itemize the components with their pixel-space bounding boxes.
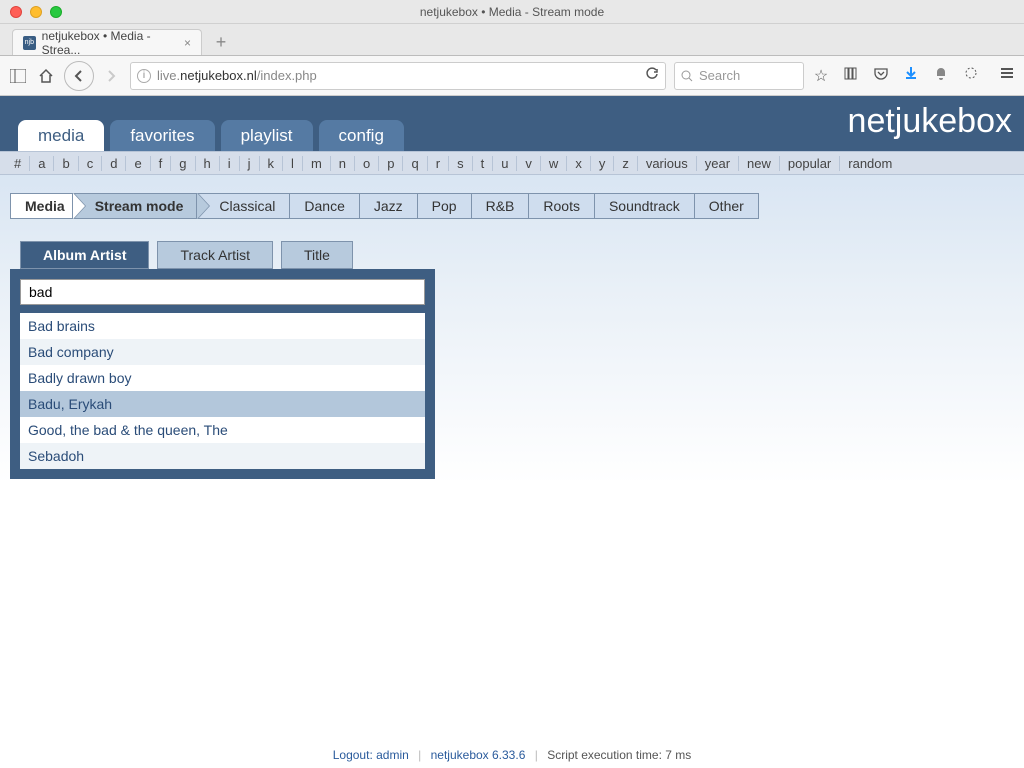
alpha-b[interactable]: b xyxy=(54,156,78,171)
back-button[interactable] xyxy=(64,61,94,91)
alpha-i[interactable]: i xyxy=(220,156,240,171)
page-footer: Logout: admin | netjukebox 6.33.6 | Scri… xyxy=(0,742,1024,768)
result-row[interactable]: Badu, Erykah xyxy=(20,391,425,417)
result-row[interactable]: Bad company xyxy=(20,339,425,365)
genre-jazz[interactable]: Jazz xyxy=(359,193,418,219)
pocket-icon[interactable] xyxy=(872,66,890,85)
result-row[interactable]: Sebadoh xyxy=(20,443,425,469)
alpha-v[interactable]: v xyxy=(517,156,541,171)
genre-roots[interactable]: Roots xyxy=(528,193,595,219)
new-tab-button[interactable]: + xyxy=(208,29,234,55)
alpha-d[interactable]: d xyxy=(102,156,126,171)
bookmark-star-icon[interactable]: ☆ xyxy=(812,66,830,86)
sidebar-toggle-icon[interactable] xyxy=(8,66,28,86)
genre-soundtrack[interactable]: Soundtrack xyxy=(594,193,695,219)
alpha-p[interactable]: p xyxy=(379,156,403,171)
browser-nav-bar: i live.netjukebox.nl/index.php Search ☆ xyxy=(0,56,1024,96)
result-row[interactable]: Badly drawn boy xyxy=(20,365,425,391)
main-tab-favorites[interactable]: favorites xyxy=(110,120,214,151)
main-tab-config[interactable]: config xyxy=(319,120,404,151)
genre-pop[interactable]: Pop xyxy=(417,193,472,219)
browser-search-box[interactable]: Search xyxy=(674,62,804,90)
breadcrumb: MediaStream modeClassicalDanceJazzPopR&B… xyxy=(10,193,1014,219)
alpha-o[interactable]: o xyxy=(355,156,379,171)
extensions-icon[interactable] xyxy=(962,66,980,85)
search-placeholder: Search xyxy=(699,68,740,83)
alpha-s[interactable]: s xyxy=(449,156,473,171)
breadcrumb-mode[interactable]: Stream mode xyxy=(72,193,198,219)
alpha-x[interactable]: x xyxy=(567,156,591,171)
alpha-year[interactable]: year xyxy=(697,156,739,171)
main-tab-playlist[interactable]: playlist xyxy=(221,120,313,151)
alpha-t[interactable]: t xyxy=(473,156,494,171)
logout-link[interactable]: Logout: admin xyxy=(333,748,409,762)
alpha-k[interactable]: k xyxy=(260,156,284,171)
version-link[interactable]: netjukebox 6.33.6 xyxy=(431,748,526,762)
downloads-icon[interactable] xyxy=(902,66,920,85)
alpha-random[interactable]: random xyxy=(840,156,900,171)
browser-tab-label: netjukebox • Media - Strea... xyxy=(42,29,178,57)
url-bar[interactable]: i live.netjukebox.nl/index.php xyxy=(130,62,666,90)
alpha-h[interactable]: h xyxy=(196,156,220,171)
result-row[interactable]: Bad brains xyxy=(20,313,425,339)
favicon-icon: njb xyxy=(23,36,36,50)
forward-button xyxy=(102,66,122,86)
search-tab-album-artist[interactable]: Album Artist xyxy=(20,241,149,269)
home-icon[interactable] xyxy=(36,66,56,86)
alpha-a[interactable]: a xyxy=(30,156,54,171)
genre-other[interactable]: Other xyxy=(694,193,759,219)
notifications-icon[interactable] xyxy=(932,66,950,85)
alpha-q[interactable]: q xyxy=(403,156,427,171)
alpha-l[interactable]: l xyxy=(283,156,303,171)
library-icon[interactable] xyxy=(842,66,860,85)
alpha-r[interactable]: r xyxy=(428,156,449,171)
alpha-popular[interactable]: popular xyxy=(780,156,840,171)
alpha-m[interactable]: m xyxy=(303,156,331,171)
result-row[interactable]: Good, the bad & the queen, The xyxy=(20,417,425,443)
alpha-g[interactable]: g xyxy=(171,156,195,171)
search-tab-track-artist[interactable]: Track Artist xyxy=(157,241,273,269)
browser-tab[interactable]: njb netjukebox • Media - Strea... × xyxy=(12,29,202,55)
alpha-u[interactable]: u xyxy=(493,156,517,171)
url-text: live.netjukebox.nl/index.php xyxy=(157,68,639,83)
search-tab-title[interactable]: Title xyxy=(281,241,353,269)
genre-dance[interactable]: Dance xyxy=(289,193,359,219)
artist-search-input[interactable] xyxy=(20,279,425,305)
reload-icon[interactable] xyxy=(645,67,659,84)
window-title: netjukebox • Media - Stream mode xyxy=(0,5,1024,19)
app-header: netjukebox mediafavoritesplaylistconfig xyxy=(0,96,1024,151)
tab-close-icon[interactable]: × xyxy=(184,36,191,50)
alpha-j[interactable]: j xyxy=(240,156,260,171)
alpha-e[interactable]: e xyxy=(126,156,150,171)
main-tabs: mediafavoritesplaylistconfig xyxy=(18,120,404,151)
alpha-y[interactable]: y xyxy=(591,156,615,171)
info-icon[interactable]: i xyxy=(137,69,151,83)
exec-time: Script execution time: 7 ms xyxy=(547,748,691,762)
alpha-new[interactable]: new xyxy=(739,156,780,171)
alpha-f[interactable]: f xyxy=(151,156,172,171)
alpha-#[interactable]: # xyxy=(6,156,30,171)
search-panel: Bad brainsBad companyBadly drawn boyBadu… xyxy=(10,269,435,479)
search-tabs: Album Artist Track Artist Title xyxy=(20,241,1014,269)
search-results: Bad brainsBad companyBadly drawn boyBadu… xyxy=(20,313,425,469)
alpha-index-bar: #abcdefghijklmnopqrstuvwxyzvariousyearne… xyxy=(0,151,1024,175)
breadcrumb-root[interactable]: Media xyxy=(10,193,73,219)
alpha-c[interactable]: c xyxy=(79,156,103,171)
macos-title-bar: netjukebox • Media - Stream mode xyxy=(0,0,1024,24)
alpha-w[interactable]: w xyxy=(541,156,567,171)
main-tab-media[interactable]: media xyxy=(18,120,104,151)
alpha-z[interactable]: z xyxy=(614,156,638,171)
app-logo: netjukebox xyxy=(848,102,1012,141)
page-content: netjukebox mediafavoritesplaylistconfig … xyxy=(0,96,1024,742)
genre-classical[interactable]: Classical xyxy=(196,193,290,219)
search-icon xyxy=(681,70,693,82)
alpha-various[interactable]: various xyxy=(638,156,697,171)
genre-r&b[interactable]: R&B xyxy=(471,193,530,219)
browser-tab-strip: njb netjukebox • Media - Strea... × + xyxy=(0,24,1024,56)
alpha-n[interactable]: n xyxy=(331,156,355,171)
menu-icon[interactable] xyxy=(998,66,1016,85)
